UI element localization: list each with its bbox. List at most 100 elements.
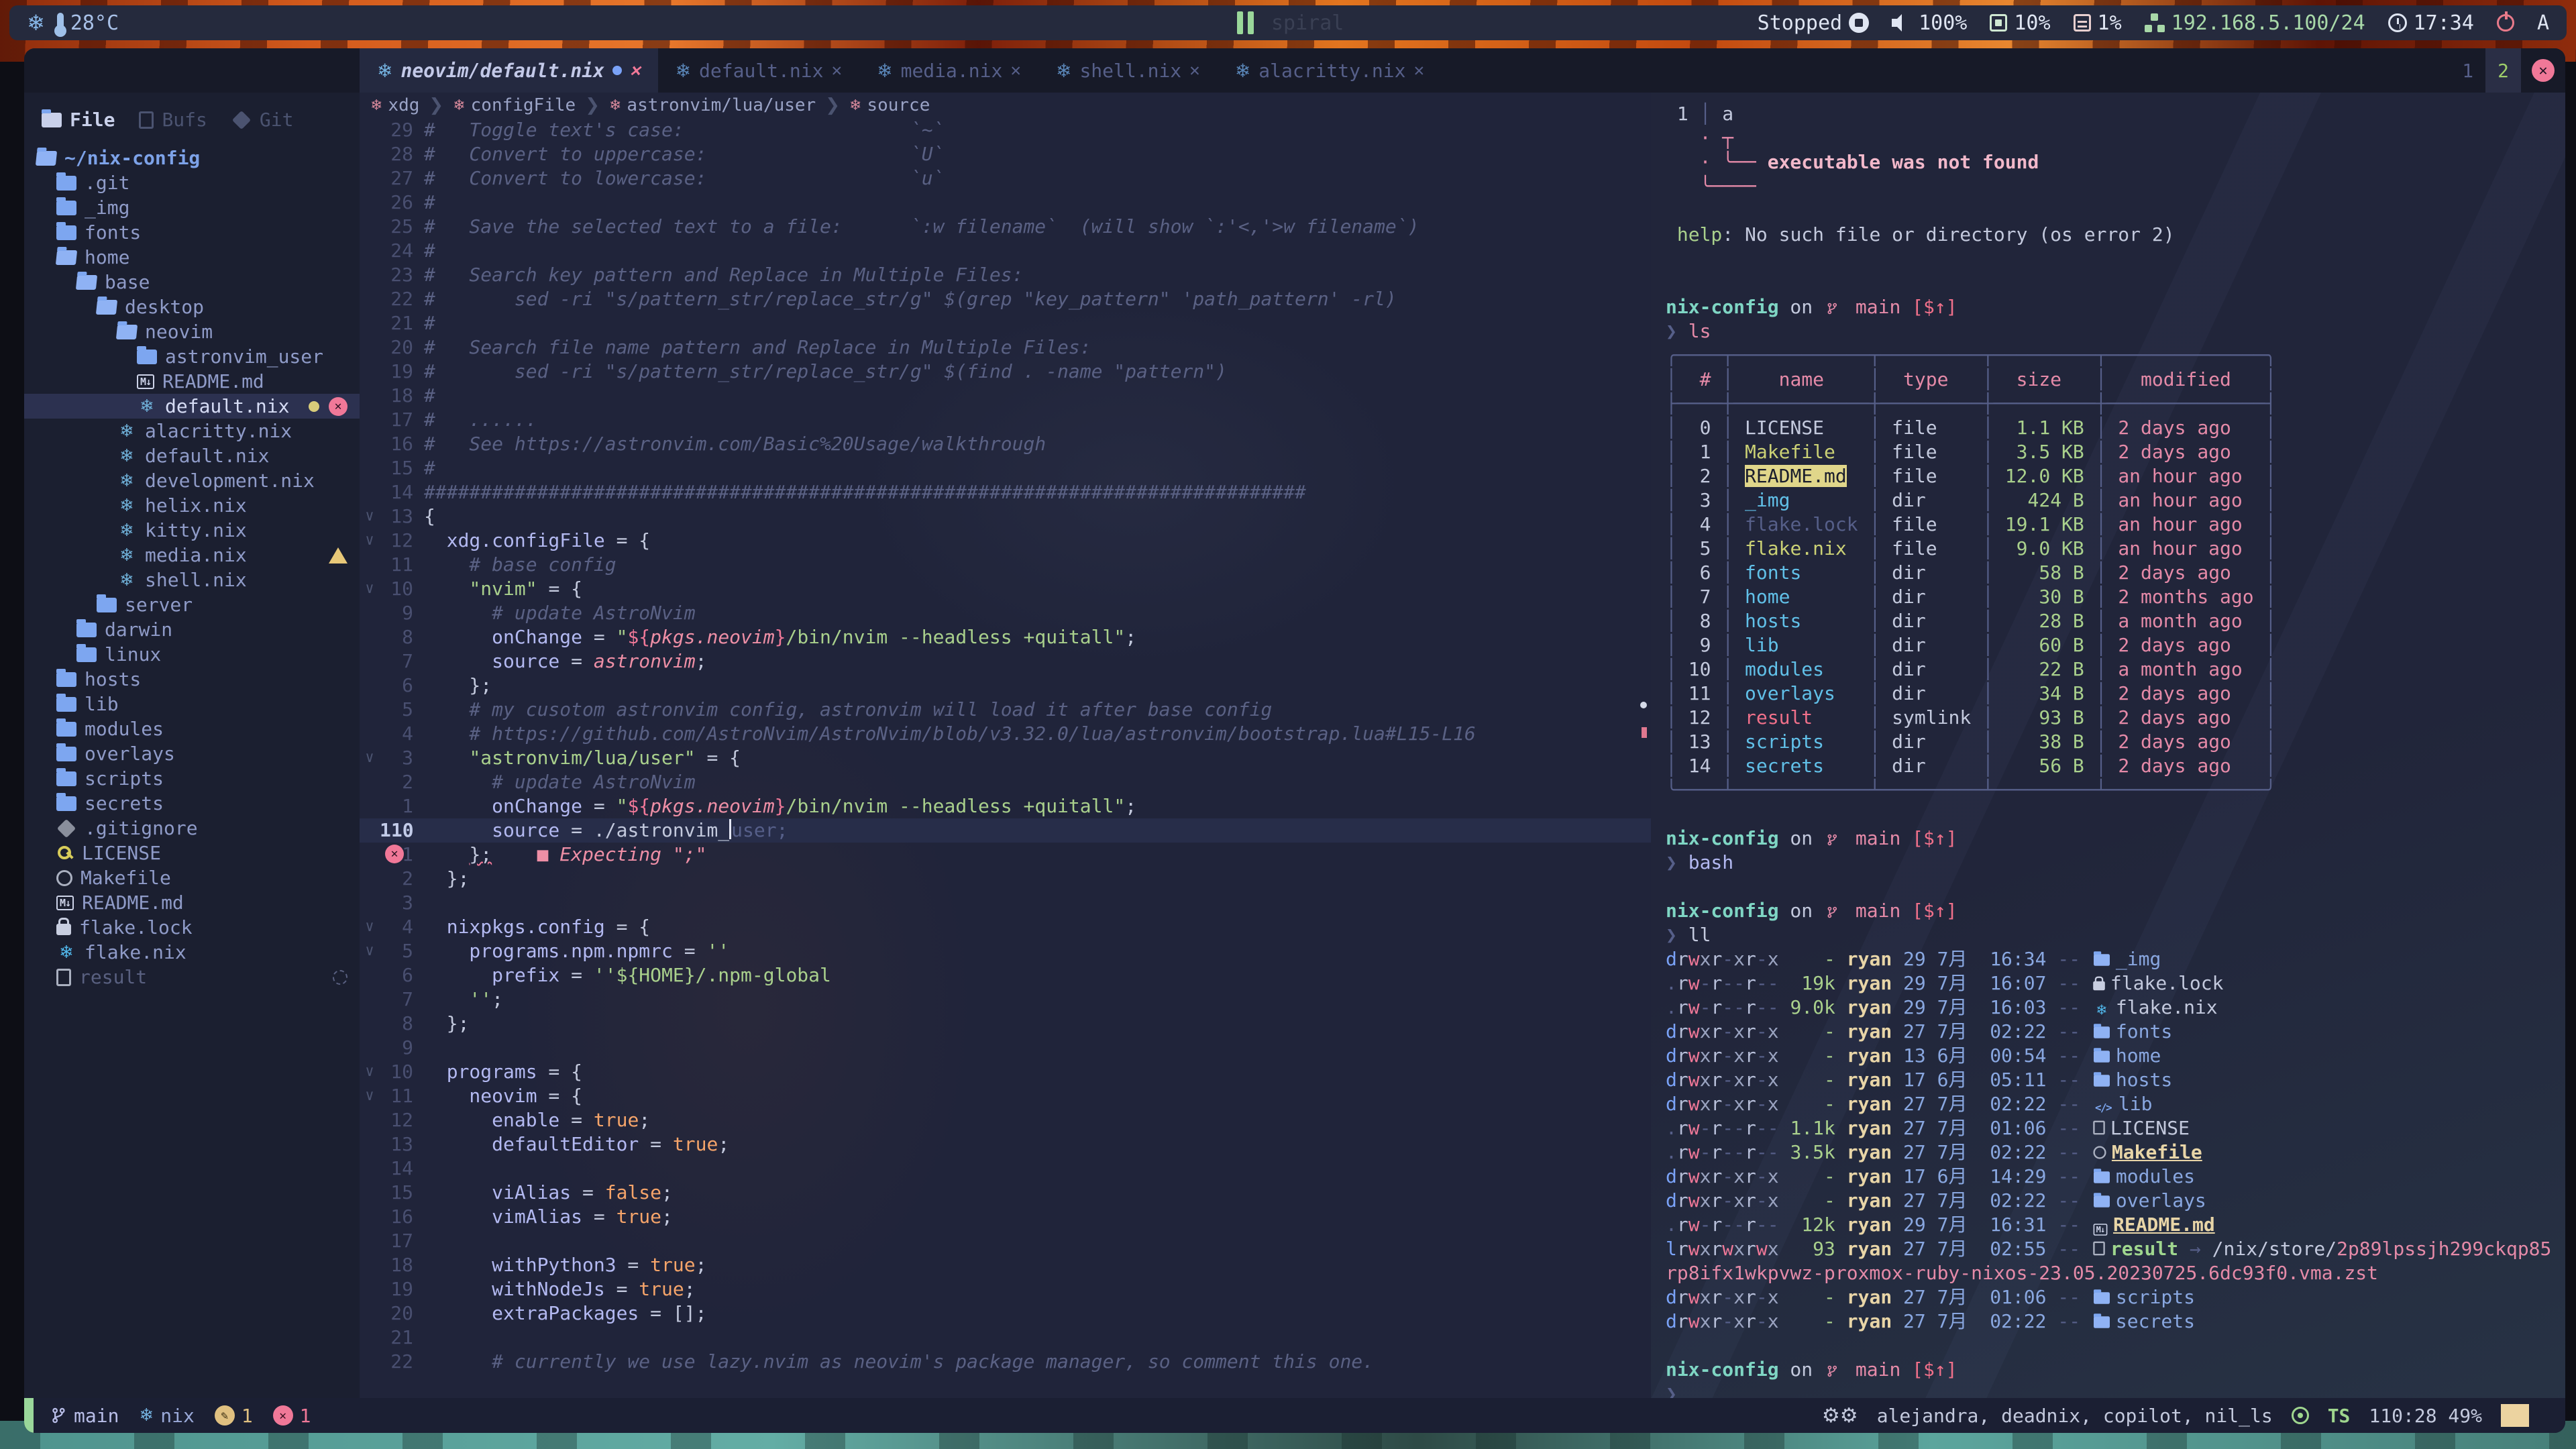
code-line[interactable]: ∨5 programs.npm.npmrc = '': [360, 939, 1651, 963]
code-line[interactable]: 15#: [360, 456, 1651, 480]
memory-widget[interactable]: 1%: [2074, 11, 2122, 35]
code-line[interactable]: 8 onChange = "${pkgs.neovim}/bin/nvim --…: [360, 625, 1651, 649]
terminal-command[interactable]: ❯ ls: [1651, 319, 2565, 343]
fold-chevron-icon[interactable]: ∨: [360, 577, 380, 601]
code-line[interactable]: 1✕ }; ■ Expecting ";": [360, 843, 1651, 867]
temperature-widget[interactable]: 28°C: [57, 11, 119, 35]
nixos-logo-icon[interactable]: ❄: [27, 10, 45, 36]
code-line[interactable]: 25# Save the selected text to a file: `:…: [360, 215, 1651, 239]
tree-item-home[interactable]: home: [24, 245, 360, 270]
tree-item-result[interactable]: result: [24, 965, 360, 989]
code-line[interactable]: 24#: [360, 239, 1651, 263]
tree-item-README.md[interactable]: M↓README.md: [24, 890, 360, 915]
fold-chevron-icon[interactable]: ∨: [360, 915, 380, 939]
code-line[interactable]: 21#: [360, 311, 1651, 335]
tree-item-.gitignore[interactable]: .gitignore: [24, 816, 360, 841]
code-line[interactable]: 14: [360, 1157, 1651, 1181]
tree-item-README.md[interactable]: M↓README.md: [24, 369, 360, 394]
tabline-close-button[interactable]: ✕: [2521, 48, 2565, 93]
tree-item-flake.lock[interactable]: flake.lock: [24, 915, 360, 940]
code-line[interactable]: ∨12 xdg.configFile = {: [360, 529, 1651, 553]
code-line[interactable]: 6 prefix = ''${HOME}/.npm-global: [360, 963, 1651, 987]
code-line[interactable]: 27# Convert to lowercase: `u`: [360, 166, 1651, 191]
tree-item-hosts[interactable]: hosts: [24, 667, 360, 692]
code-area[interactable]: 29# Toggle text's case: `~` 28# Convert …: [360, 118, 1651, 1398]
code-line[interactable]: 29# Toggle text's case: `~`: [360, 118, 1651, 142]
tree-item-development.nix[interactable]: ❄development.nix: [24, 468, 360, 493]
terminal-command[interactable]: ❯ bash: [1651, 851, 2565, 875]
fold-chevron-icon[interactable]: ∨: [360, 529, 380, 553]
cpu-widget[interactable]: 10%: [1990, 11, 2050, 35]
tree-item-linux[interactable]: linux: [24, 642, 360, 667]
tree-item-fonts[interactable]: fonts: [24, 220, 360, 245]
code-line[interactable]: 20# Search file name pattern and Replace…: [360, 335, 1651, 360]
code-line[interactable]: 18 withPython3 = true;: [360, 1253, 1651, 1277]
code-line[interactable]: 16# See https://astronvim.com/Basic%20Us…: [360, 432, 1651, 456]
tree-item-Makefile[interactable]: Makefile: [24, 865, 360, 890]
tree-item-scripts[interactable]: scripts: [24, 766, 360, 791]
code-line[interactable]: 13 defaultEditor = true;: [360, 1132, 1651, 1157]
close-icon[interactable]: ✕: [1010, 60, 1021, 80]
close-icon[interactable]: ✕: [630, 60, 641, 80]
tree-item-secrets[interactable]: secrets: [24, 791, 360, 816]
code-line[interactable]: 7 '';: [360, 987, 1651, 1012]
media-status-widget[interactable]: Stopped: [1758, 11, 1869, 35]
code-line[interactable]: 4 # https://github.com/AstroNvim/AstroNv…: [360, 722, 1651, 746]
tree-item-.git[interactable]: .git: [24, 170, 360, 195]
code-line[interactable]: 12 enable = true;: [360, 1108, 1651, 1132]
tabpage-1[interactable]: 1: [2450, 60, 2485, 82]
volume-widget[interactable]: 100%: [1892, 11, 1967, 35]
tree-item-shell.nix[interactable]: ❄shell.nix: [24, 568, 360, 592]
fold-chevron-icon[interactable]: ∨: [360, 939, 380, 963]
code-line[interactable]: 17# ......: [360, 408, 1651, 432]
tree-item-alacritty.nix[interactable]: ❄alacritty.nix: [24, 419, 360, 443]
code-line[interactable]: 26#: [360, 191, 1651, 215]
close-icon[interactable]: ✕: [1189, 60, 1200, 80]
code-line[interactable]: 16 vimAlias = true;: [360, 1205, 1651, 1229]
code-line[interactable]: 15 viAlias = false;: [360, 1181, 1651, 1205]
code-line[interactable]: 21: [360, 1326, 1651, 1350]
tree-item-astronvim_user[interactable]: astronvim_user: [24, 344, 360, 369]
tree-item-darwin[interactable]: darwin: [24, 617, 360, 642]
statusline-git-branch[interactable]: main: [50, 1405, 119, 1427]
code-line[interactable]: 7 source = astronvim;: [360, 649, 1651, 674]
tree-item-neovim[interactable]: neovim: [24, 319, 360, 344]
code-line[interactable]: 20 extraPackages = [];: [360, 1301, 1651, 1326]
clock-widget[interactable]: 17:34: [2388, 11, 2474, 35]
code-line[interactable]: 17: [360, 1229, 1651, 1253]
code-line[interactable]: 9 # update AstroNvim: [360, 601, 1651, 625]
buffer-tab[interactable]: ❄alacritty.nix✕: [1218, 48, 1442, 93]
tree-item-kitty.nix[interactable]: ❄kitty.nix: [24, 518, 360, 543]
statusline-error-count[interactable]: ✕ 1: [273, 1405, 311, 1427]
network-widget[interactable]: 192.168.5.100/24: [2145, 11, 2365, 35]
tree-tab-git[interactable]: Git: [223, 105, 310, 135]
statusline-filetype[interactable]: ❄ nix: [139, 1405, 194, 1427]
tree-item-helix.nix[interactable]: ❄helix.nix: [24, 493, 360, 518]
breadcrumb-item[interactable]: ❄configFile: [453, 95, 576, 115]
code-line[interactable]: 5 # my cusotom astronvim config, astronv…: [360, 698, 1651, 722]
fold-chevron-icon[interactable]: ∨: [360, 1060, 380, 1084]
buffer-tab[interactable]: ❄media.nix✕: [859, 48, 1038, 93]
breadcrumb-item[interactable]: ❄astronvim/lua/user: [609, 95, 816, 115]
code-line[interactable]: 2 };: [360, 867, 1651, 891]
fold-chevron-icon[interactable]: ∨: [360, 504, 380, 529]
terminal-pane[interactable]: 1 │ a · ┬ · ╰── executable was not found…: [1651, 93, 2565, 1398]
fold-chevron-icon[interactable]: ∨: [360, 746, 380, 770]
code-line-current[interactable]: 110 source = ./astronvim_user;: [360, 818, 1651, 843]
code-line[interactable]: 8 };: [360, 1012, 1651, 1036]
code-line[interactable]: 14######################################…: [360, 480, 1651, 504]
pause-icon[interactable]: [1237, 11, 1254, 34]
code-line[interactable]: 1 onChange = "${pkgs.neovim}/bin/nvim --…: [360, 794, 1651, 818]
tree-item-flake.nix[interactable]: ❄flake.nix: [24, 940, 360, 965]
tree-item-lib[interactable]: lib: [24, 692, 360, 716]
breadcrumb-item[interactable]: ❄xdg: [370, 95, 419, 115]
tree-item-overlays[interactable]: overlays: [24, 741, 360, 766]
editor-pane[interactable]: ❄xdg❯❄configFile❯❄astronvim/lua/user❯❄so…: [360, 93, 1651, 1398]
statusline-warning-count[interactable]: ✎ 1: [215, 1405, 253, 1427]
keyboard-layout[interactable]: A: [2537, 11, 2549, 35]
code-line[interactable]: 23# Search key pattern and Replace in Mu…: [360, 263, 1651, 287]
buffer-tab[interactable]: ❄neovim/default.nix✕: [360, 48, 658, 93]
code-line[interactable]: ∨11 neovim = {: [360, 1084, 1651, 1108]
tree-item-server[interactable]: server: [24, 592, 360, 617]
tree-item-media.nix[interactable]: ❄media.nix: [24, 543, 360, 568]
